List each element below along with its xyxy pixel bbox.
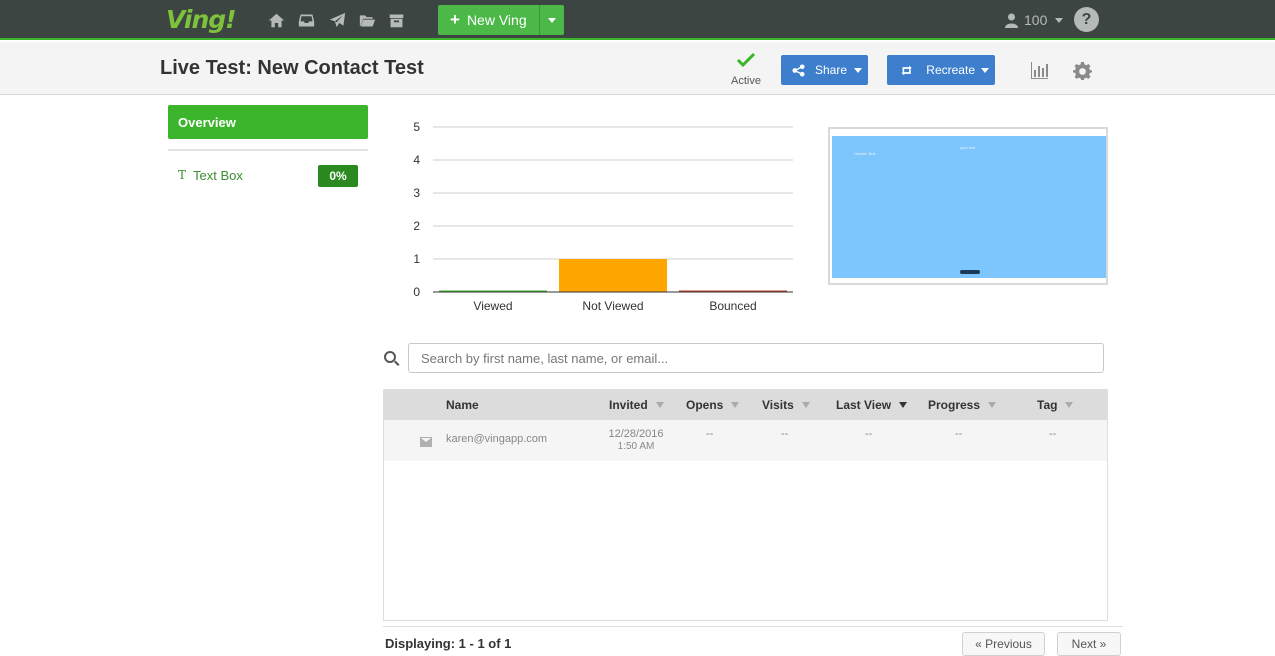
column-label: Progress bbox=[928, 398, 981, 412]
checkmark-icon bbox=[736, 52, 756, 68]
chevron-down-icon bbox=[981, 67, 989, 73]
inbox-icon[interactable] bbox=[296, 10, 316, 30]
sort-icon bbox=[988, 402, 997, 408]
help-button[interactable]: ? bbox=[1074, 7, 1099, 32]
sort-icon bbox=[899, 402, 908, 408]
table-row[interactable]: karen@vingapp.com 12/28/2016 1:50 AM -- … bbox=[384, 420, 1107, 461]
credits-menu[interactable]: 100 bbox=[1005, 11, 1064, 29]
retweet-icon bbox=[901, 65, 912, 75]
gear-icon[interactable] bbox=[1073, 61, 1093, 81]
sort-icon bbox=[731, 402, 740, 408]
sort-icon bbox=[1065, 402, 1074, 408]
column-label: Visits bbox=[762, 398, 794, 412]
new-ving-dropdown[interactable] bbox=[539, 5, 564, 35]
share-icon bbox=[792, 63, 805, 77]
x-tick-label: Bounced bbox=[709, 299, 756, 313]
preview-canvas: Header Text your text bbox=[832, 136, 1106, 278]
page-title: Live Test: New Contact Test bbox=[160, 57, 424, 79]
sidebar-item-overview[interactable]: Overview bbox=[168, 105, 368, 139]
column-progress[interactable]: Progress bbox=[928, 398, 997, 412]
analytics-icon[interactable] bbox=[1030, 61, 1050, 81]
y-tick-label: 5 bbox=[413, 120, 420, 134]
progress-value: -- bbox=[955, 428, 963, 440]
user-icon bbox=[1005, 13, 1018, 28]
sidebar-divider bbox=[168, 149, 368, 151]
previous-page-button[interactable]: « Previous bbox=[962, 632, 1045, 656]
archive-icon[interactable] bbox=[386, 10, 406, 30]
chevron-down-icon bbox=[548, 17, 556, 23]
column-tag[interactable]: Tag bbox=[1037, 398, 1074, 412]
y-tick-label: 1 bbox=[413, 252, 420, 266]
visits-value: -- bbox=[781, 428, 789, 440]
preview-header-text: Header Text bbox=[854, 151, 876, 156]
y-tick-label: 4 bbox=[413, 153, 420, 167]
top-navbar: Ving! + New Ving 100 ? bbox=[0, 0, 1275, 40]
chevron-down-icon bbox=[1055, 17, 1064, 23]
new-ving-main[interactable]: + New Ving bbox=[438, 5, 539, 35]
ving-logo[interactable]: Ving! bbox=[166, 5, 237, 34]
new-ving-button[interactable]: + New Ving bbox=[438, 5, 564, 35]
column-opens[interactable]: Opens bbox=[686, 398, 740, 412]
share-button[interactable]: Share bbox=[781, 55, 868, 85]
recreate-label: Recreate bbox=[926, 63, 975, 77]
home-icon[interactable] bbox=[266, 10, 286, 30]
recipients-table: Name Invited Opens Visits Last View Prog… bbox=[383, 389, 1108, 621]
sort-icon bbox=[801, 402, 810, 408]
column-label: Invited bbox=[609, 398, 648, 412]
share-dropdown[interactable] bbox=[848, 55, 868, 85]
search-input[interactable] bbox=[408, 343, 1104, 373]
sort-icon bbox=[655, 402, 664, 408]
new-ving-label: New Ving bbox=[466, 12, 527, 28]
credits-count: 100 bbox=[1024, 12, 1048, 28]
envelope-icon bbox=[420, 434, 432, 447]
last-view-value: -- bbox=[865, 428, 873, 440]
invited-date: 12/28/2016 bbox=[608, 428, 664, 440]
next-page-button[interactable]: Next » bbox=[1057, 632, 1121, 656]
send-icon[interactable] bbox=[327, 10, 347, 30]
recreate-button[interactable]: Recreate bbox=[887, 55, 995, 85]
column-visits[interactable]: Visits bbox=[762, 398, 810, 412]
column-last-view[interactable]: Last View bbox=[836, 398, 908, 412]
plus-icon: + bbox=[450, 10, 460, 29]
y-tick-label: 0 bbox=[413, 285, 420, 299]
preview-body-text: your text bbox=[960, 145, 976, 150]
chevron-down-icon bbox=[854, 67, 862, 73]
bar bbox=[559, 259, 667, 292]
table-header: Name Invited Opens Visits Last View Prog… bbox=[384, 390, 1107, 420]
column-label: Tag bbox=[1037, 398, 1058, 412]
share-main[interactable]: Share bbox=[781, 55, 848, 85]
y-tick-label: 3 bbox=[413, 186, 420, 200]
progress-badge: 0% bbox=[318, 165, 358, 187]
search-icon bbox=[383, 350, 400, 367]
tag-value: -- bbox=[1049, 428, 1057, 440]
ving-preview[interactable]: Header Text your text bbox=[828, 127, 1108, 285]
footer-divider bbox=[383, 626, 1123, 627]
invited-time: 1:50 AM bbox=[617, 441, 655, 452]
sidebar-item-label: Text Box bbox=[193, 167, 243, 183]
column-label: Opens bbox=[686, 398, 724, 412]
y-tick-label: 2 bbox=[413, 219, 420, 233]
column-label: Name bbox=[446, 398, 479, 412]
page-header: Live Test: New Contact Test Active Share… bbox=[0, 42, 1275, 95]
recipient-email: karen@vingapp.com bbox=[446, 433, 548, 445]
recreate-main[interactable]: Recreate bbox=[887, 55, 975, 85]
x-tick-label: Viewed bbox=[473, 299, 512, 313]
share-label: Share bbox=[815, 63, 848, 77]
status-label: Active bbox=[731, 75, 761, 87]
column-invited[interactable]: Invited bbox=[609, 398, 664, 412]
opens-value: -- bbox=[706, 428, 714, 440]
x-tick-label: Not Viewed bbox=[582, 299, 643, 313]
text-icon: T bbox=[178, 168, 187, 182]
status-indicator: Active bbox=[726, 52, 766, 89]
folder-open-icon[interactable] bbox=[357, 10, 377, 30]
recreate-dropdown[interactable] bbox=[975, 55, 995, 85]
column-label: Last View bbox=[836, 398, 892, 412]
column-name[interactable]: Name bbox=[446, 398, 479, 412]
preview-button bbox=[960, 270, 980, 274]
views-bar-chart: 0 1 2 3 4 5 Viewed Not Viewed Bounced bbox=[413, 120, 793, 313]
